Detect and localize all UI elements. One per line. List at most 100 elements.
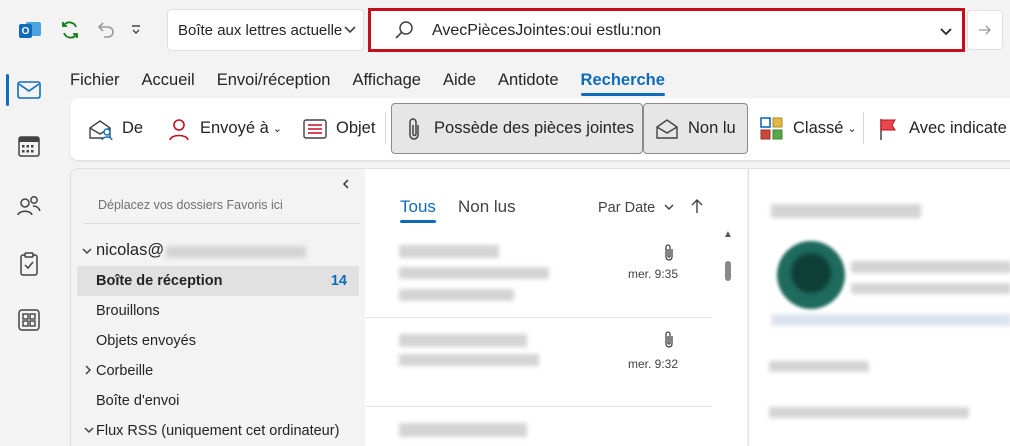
flagged-button[interactable]: Avec indicate bbox=[875, 103, 1007, 154]
subject-button[interactable]: Objet bbox=[302, 103, 375, 154]
message-item[interactable]: mer. 9:35 bbox=[365, 239, 712, 323]
tasks-app-button[interactable] bbox=[0, 242, 58, 286]
folder-label: Flux RSS (uniquement cet ordinateur) bbox=[96, 423, 340, 439]
chevron-down-icon bbox=[82, 247, 92, 254]
from-button[interactable]: De bbox=[88, 103, 143, 154]
unread-button[interactable]: Non lu bbox=[643, 103, 748, 154]
subject-label: Objet bbox=[336, 119, 376, 137]
scroll-up-icon[interactable]: ▲ bbox=[723, 229, 733, 240]
message-list: Tous Non lus Par Date mer. 9:35 mer. 9:3… bbox=[365, 168, 747, 446]
folder-label: Brouillons bbox=[96, 303, 160, 319]
ribbon-divider bbox=[385, 112, 386, 144]
calendar-app-button[interactable] bbox=[0, 124, 58, 168]
chevron-down-icon[interactable] bbox=[83, 424, 95, 439]
mail-app-button[interactable] bbox=[0, 68, 58, 112]
undo-icon[interactable] bbox=[91, 14, 119, 46]
unread-label: Non lu bbox=[688, 119, 736, 137]
unread-count-badge: 14 bbox=[330, 273, 347, 289]
folder-pane: Déplacez vos dossiers Favoris ici nicola… bbox=[70, 168, 364, 446]
search-input[interactable]: AvecPiècesJointes:oui estlu:non bbox=[368, 8, 965, 52]
filter-tab-unread[interactable]: Non lus bbox=[458, 197, 516, 217]
sent-to-label: Envoyé à bbox=[200, 119, 269, 137]
message-item[interactable]: mer. 9:32 bbox=[365, 326, 712, 410]
redacted-preview bbox=[399, 289, 514, 301]
paperclip-icon bbox=[402, 116, 426, 142]
folder-drafts[interactable]: Brouillons bbox=[77, 296, 359, 326]
folder-label: Objets envoyés bbox=[96, 333, 196, 349]
flagged-label: Avec indicate bbox=[909, 119, 1007, 137]
chevron-down-icon bbox=[343, 22, 357, 40]
apps-icon bbox=[18, 309, 40, 331]
apps-app-button[interactable] bbox=[0, 298, 58, 342]
tab-recherche[interactable]: Recherche bbox=[580, 66, 666, 96]
collapse-pane-icon[interactable] bbox=[341, 177, 351, 193]
people-icon bbox=[17, 196, 41, 216]
sort-direction-icon[interactable] bbox=[690, 197, 704, 220]
redacted-recipients bbox=[851, 283, 1010, 294]
message-time: mer. 9:35 bbox=[628, 267, 679, 281]
filter-tab-all[interactable]: Tous bbox=[400, 197, 436, 223]
redacted-sender bbox=[399, 334, 527, 347]
account-header[interactable]: nicolas@ bbox=[81, 241, 307, 260]
attachment-icon bbox=[662, 243, 676, 268]
folder-inbox[interactable]: Boîte de réception 14 bbox=[77, 266, 359, 296]
folder-label: Corbeille bbox=[96, 363, 154, 379]
search-ribbon: De Envoyé à ⌄ Objet Possède des pièces j… bbox=[70, 98, 1010, 160]
search-scope-label: Boîte aux lettres actuelle bbox=[178, 21, 343, 39]
message-divider bbox=[365, 406, 712, 407]
folder-sent[interactable]: Objets envoyés bbox=[77, 326, 359, 356]
has-attachments-button[interactable]: Possède des pièces jointes bbox=[391, 103, 643, 154]
tab-accueil[interactable]: Accueil bbox=[142, 66, 195, 94]
folder-deleted[interactable]: Corbeille bbox=[77, 356, 359, 386]
attachment-icon bbox=[662, 330, 676, 355]
message-list-scrollbar[interactable]: ▲ bbox=[721, 229, 735, 446]
categorized-button[interactable]: Classé ⌄ bbox=[759, 103, 857, 154]
categorized-label: Classé bbox=[793, 119, 844, 137]
scroll-thumb[interactable] bbox=[725, 261, 731, 281]
search-submit-button[interactable] bbox=[967, 10, 1003, 50]
divider bbox=[83, 223, 359, 224]
sort-label: Par Date bbox=[598, 200, 656, 216]
search-scope-dropdown[interactable]: Boîte aux lettres actuelle bbox=[167, 9, 364, 51]
tab-aide[interactable]: Aide bbox=[443, 66, 476, 94]
calendar-icon bbox=[18, 136, 40, 157]
quick-access-dropdown-icon[interactable] bbox=[126, 14, 146, 46]
tab-antidote[interactable]: Antidote bbox=[498, 66, 559, 94]
chevron-down-icon bbox=[664, 204, 674, 211]
redacted-sender bbox=[399, 245, 499, 258]
redacted-subject-heading bbox=[771, 204, 921, 218]
sort-dropdown[interactable]: Par Date bbox=[598, 200, 675, 216]
people-app-button[interactable] bbox=[0, 184, 58, 228]
redacted-sender bbox=[399, 423, 527, 437]
favorites-hint: Déplacez vos dossiers Favoris ici bbox=[98, 198, 283, 212]
account-name: nicolas@ bbox=[96, 241, 165, 259]
search-icon bbox=[393, 20, 415, 47]
redacted-body-line bbox=[769, 407, 969, 418]
message-divider bbox=[365, 317, 712, 318]
reading-pane bbox=[748, 168, 1010, 446]
outlook-logo-icon: O bbox=[16, 14, 44, 46]
person-icon bbox=[166, 116, 192, 142]
search-options-chevron-icon[interactable] bbox=[938, 23, 954, 44]
ribbon-divider bbox=[863, 112, 864, 144]
tab-envoi-reception[interactable]: Envoi/réception bbox=[217, 66, 331, 94]
folder-rss[interactable]: Flux RSS (uniquement cet ordinateur) bbox=[77, 416, 359, 446]
redacted-sender-name bbox=[851, 261, 1010, 273]
sent-to-button[interactable]: Envoyé à ⌄ bbox=[166, 103, 282, 154]
folder-outbox[interactable]: Boîte d'envoi bbox=[77, 386, 359, 416]
tasks-icon bbox=[20, 252, 38, 276]
ribbon-tabs: Fichier Accueil Envoi/réception Affichag… bbox=[70, 66, 687, 96]
send-receive-icon[interactable] bbox=[56, 14, 84, 46]
envelope-person-icon bbox=[88, 116, 114, 142]
message-time: mer. 9:32 bbox=[628, 357, 679, 371]
tab-fichier[interactable]: Fichier bbox=[70, 66, 120, 94]
message-item[interactable] bbox=[365, 417, 712, 446]
folder-label: Boîte d'envoi bbox=[96, 393, 180, 409]
chevron-down-icon: ⌄ bbox=[847, 123, 857, 135]
subject-lines-icon bbox=[302, 116, 328, 142]
tab-affichage[interactable]: Affichage bbox=[352, 66, 421, 94]
chevron-right-icon[interactable] bbox=[83, 364, 93, 379]
flag-icon bbox=[875, 116, 901, 142]
redacted-body-line bbox=[769, 361, 869, 372]
arrow-right-icon bbox=[979, 25, 991, 35]
